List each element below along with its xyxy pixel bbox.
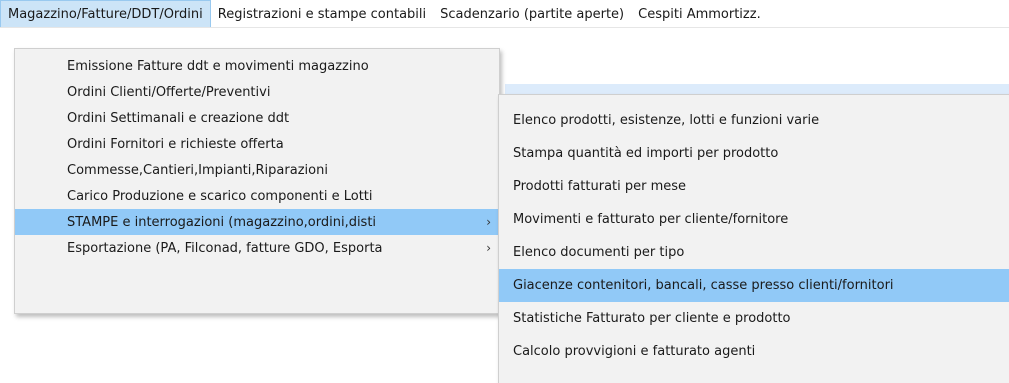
menu-item-ordini-settimanali[interactable]: Ordini Settimanali e creazione ddt: [15, 105, 499, 131]
chevron-right-icon: ›: [486, 215, 491, 229]
submenu-item-elenco-prodotti[interactable]: Elenco prodotti, esistenze, lotti e funz…: [499, 104, 1009, 137]
submenu-item-calcolo-provvigioni[interactable]: Calcolo provvigioni e fatturato agenti: [499, 335, 1009, 368]
menu-item-label: Ordini Settimanali e creazione ddt: [67, 110, 290, 126]
menu-item-label: Calcolo provvigioni e fatturato agenti: [513, 344, 756, 359]
background-band: [505, 84, 1009, 94]
menu-item-label: Esportazione (PA, Filconad, fatture GDO,…: [67, 240, 383, 256]
menu-item-stampe-interrogazioni[interactable]: STAMPE e interrogazioni (magazzino,ordin…: [15, 209, 499, 235]
menubar-item-label: Registrazioni e stampe contabili: [217, 6, 427, 22]
submenu-item-statistiche-fatturato[interactable]: Statistiche Fatturato per cliente e prod…: [499, 302, 1009, 335]
menu-item-esportazione[interactable]: Esportazione (PA, Filconad, fatture GDO,…: [15, 235, 499, 261]
submenu-item-prodotti-fatturati[interactable]: Prodotti fatturati per mese: [499, 170, 1009, 203]
menu-item-label: Prodotti fatturati per mese: [513, 179, 687, 194]
submenu-item-elenco-documenti[interactable]: Elenco documenti per tipo: [499, 236, 1009, 269]
menubar: Magazzino/Fatture/DDT/Ordini Registrazio…: [0, 0, 1009, 28]
menu-item-label: Ordini Fornitori e richieste offerta: [67, 136, 284, 152]
menu-item-label: Carico Produzione e scarico componenti e…: [67, 188, 373, 204]
submenu-item-stampa-quantita[interactable]: Stampa quantità ed importi per prodotto: [499, 137, 1009, 170]
menu-item-label: Stampa quantità ed importi per prodotto: [513, 146, 779, 161]
menubar-item-cespiti[interactable]: Cespiti Ammortizz.: [631, 0, 768, 27]
menu-item-label: Statistiche Fatturato per cliente e prod…: [513, 311, 791, 326]
menubar-item-label: Cespiti Ammortizz.: [638, 6, 761, 22]
menubar-item-scadenzario[interactable]: Scadenzario (partite aperte): [433, 0, 631, 27]
menu-item-label: Movimenti e fatturato per cliente/fornit…: [513, 212, 789, 227]
menu-item-ordini-clienti[interactable]: Ordini Clienti/Offerte/Preventivi: [15, 79, 499, 105]
menubar-item-magazzino[interactable]: Magazzino/Fatture/DDT/Ordini: [0, 0, 211, 27]
menu-item-label: Ordini Clienti/Offerte/Preventivi: [67, 84, 271, 100]
chevron-right-icon: ›: [486, 241, 491, 255]
submenu-item-giacenze-contenitori[interactable]: Giacenze contenitori, bancali, casse pre…: [499, 269, 1009, 302]
menu-item-label: Elenco prodotti, esistenze, lotti e funz…: [513, 113, 820, 128]
menubar-item-label: Scadenzario (partite aperte): [440, 6, 625, 22]
menubar-item-registrazioni[interactable]: Registrazioni e stampe contabili: [211, 0, 433, 27]
menu-item-carico-produzione[interactable]: Carico Produzione e scarico componenti e…: [15, 183, 499, 209]
menu-item-label: Elenco documenti per tipo: [513, 245, 685, 260]
menu-item-label: Emissione Fatture ddt e movimenti magazz…: [67, 58, 369, 74]
dropdown-menu: Emissione Fatture ddt e movimenti magazz…: [14, 48, 500, 314]
menu-item-label: Commesse,Cantieri,Impianti,Riparazioni: [67, 162, 328, 178]
submenu-item-movimenti-fatturato[interactable]: Movimenti e fatturato per cliente/fornit…: [499, 203, 1009, 236]
menu-item-label: Giacenze contenitori, bancali, casse pre…: [513, 278, 894, 293]
menubar-item-label: Magazzino/Fatture/DDT/Ordini: [8, 6, 203, 22]
menu-item-emissione-fatture[interactable]: Emissione Fatture ddt e movimenti magazz…: [15, 53, 499, 79]
menu-item-ordini-fornitori[interactable]: Ordini Fornitori e richieste offerta: [15, 131, 499, 157]
submenu: Elenco prodotti, esistenze, lotti e funz…: [498, 94, 1009, 383]
menu-item-label: STAMPE e interrogazioni (magazzino,ordin…: [67, 214, 377, 230]
menu-item-commesse[interactable]: Commesse,Cantieri,Impianti,Riparazioni: [15, 157, 499, 183]
